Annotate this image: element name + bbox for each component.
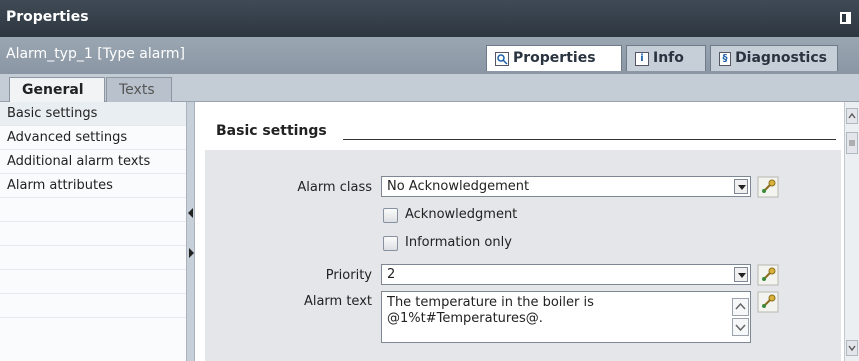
nav-label: Basic settings (7, 106, 98, 121)
settings-content: Basic settings Alarm class No Acknowledg… (195, 102, 844, 361)
acknowledgment-label: Acknowledgment (405, 207, 518, 222)
alarm-class-select[interactable]: No Acknowledgement (381, 176, 751, 197)
tab-info[interactable]: i Info (626, 45, 706, 71)
section-title: Basic settings (216, 123, 327, 139)
collapse-left-icon[interactable] (188, 208, 193, 218)
alarm-class-label: Alarm class (297, 180, 372, 195)
basic-settings-panel: Alarm class No Acknowledgement Acknowled… (205, 150, 841, 361)
object-bar: Alarm_typ_1 [Type alarm] Properties i In… (0, 37, 859, 74)
tab-general[interactable]: General (9, 77, 105, 102)
info-icon: i (635, 52, 649, 66)
information-only-label: Information only (405, 235, 512, 250)
nav-additional-alarm-texts[interactable]: Additional alarm texts (0, 150, 186, 174)
tab-properties[interactable]: Properties (486, 45, 622, 71)
nav-advanced-settings[interactable]: Advanced settings (0, 126, 186, 150)
tab-general-label: General (22, 82, 84, 98)
object-select-icon[interactable] (757, 176, 779, 198)
nav-empty-row (0, 294, 186, 318)
scroll-up-icon[interactable] (846, 108, 858, 124)
tab-diagnostics-label: Diagnostics (735, 50, 827, 66)
object-select-icon[interactable] (757, 264, 779, 286)
alarm-text-line: The temperature in the boiler is (387, 295, 594, 310)
nav-basic-settings[interactable]: Basic settings (0, 102, 186, 126)
chevron-down-icon[interactable] (734, 179, 748, 194)
priority-label: Priority (325, 268, 372, 283)
expand-right-icon[interactable] (189, 248, 194, 258)
tab-texts-label: Texts (119, 82, 155, 98)
nav-alarm-attributes[interactable]: Alarm attributes (0, 174, 186, 198)
priority-select[interactable]: 2 (381, 264, 751, 285)
scroll-down-icon[interactable] (732, 318, 749, 336)
dock-icon[interactable] (840, 12, 851, 24)
alarm-class-value: No Acknowledgement (387, 179, 530, 194)
window-title: Properties (6, 9, 89, 25)
scroll-thumb[interactable] (846, 132, 858, 154)
object-name: Alarm_typ_1 [Type alarm] (6, 46, 185, 62)
magnifier-icon (495, 52, 509, 66)
vertical-scrollbar[interactable] (844, 102, 859, 361)
object-select-icon[interactable] (757, 291, 779, 313)
tab-texts[interactable]: Texts (106, 77, 172, 102)
tab-info-label: Info (653, 50, 684, 66)
settings-navigation: Basic settings Advanced settings Additio… (0, 102, 186, 361)
nav-empty-row (0, 222, 186, 246)
alarm-text-label: Alarm text (303, 294, 372, 309)
diagnostics-icon: § (719, 52, 732, 66)
alarm-text-line: @1%t#Temperatures@. (387, 311, 543, 326)
nav-label: Advanced settings (7, 130, 128, 145)
chevron-down-icon[interactable] (734, 267, 748, 282)
nav-empty-row (0, 270, 186, 294)
section-divider (343, 139, 836, 140)
scroll-up-icon[interactable] (732, 298, 749, 316)
tab-diagnostics[interactable]: § Diagnostics (710, 45, 838, 71)
scroll-down-icon[interactable] (846, 340, 858, 356)
nav-label: Additional alarm texts (7, 154, 151, 169)
alarm-text-field[interactable]: The temperature in the boiler is @1%t#Te… (381, 291, 751, 343)
properties-titlebar: Properties (0, 0, 859, 37)
priority-value: 2 (387, 267, 396, 282)
nav-label: Alarm attributes (7, 178, 113, 193)
tab-properties-label: Properties (513, 50, 596, 66)
panel-splitter[interactable] (186, 102, 195, 361)
information-only-checkbox[interactable] (383, 236, 398, 251)
nav-empty-row (0, 246, 186, 270)
subtab-bar: General Texts (0, 74, 859, 102)
nav-empty-row (0, 198, 186, 222)
acknowledgment-checkbox[interactable] (383, 208, 398, 223)
